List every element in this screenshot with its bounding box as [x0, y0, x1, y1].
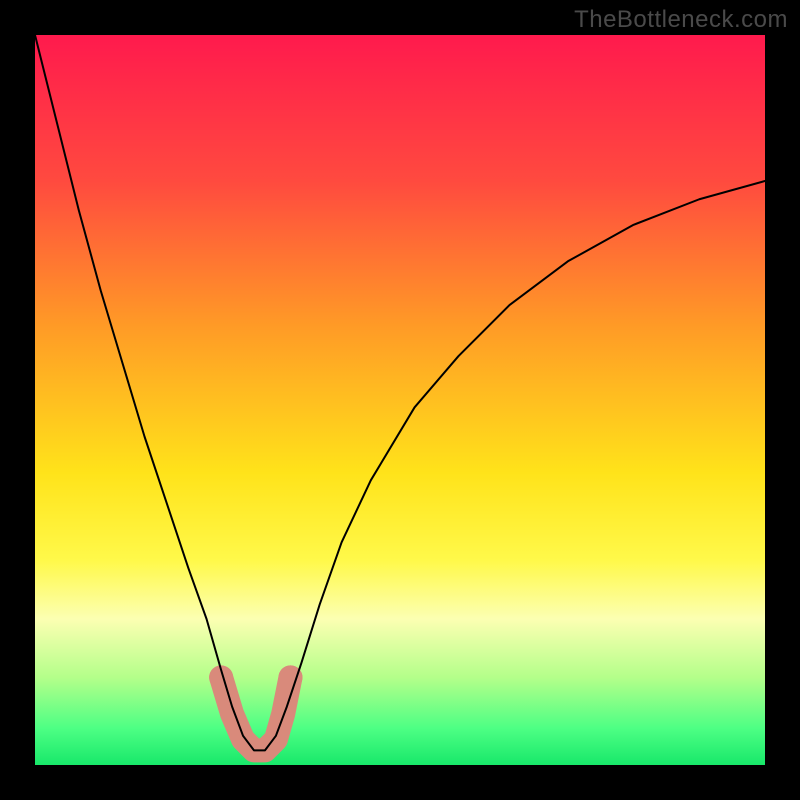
- plot-area: [35, 35, 765, 765]
- bottleneck-chart-svg: [35, 35, 765, 765]
- gradient-background: [35, 35, 765, 765]
- watermark-text: TheBottleneck.com: [574, 6, 788, 34]
- chart-frame: TheBottleneck.com: [0, 0, 800, 800]
